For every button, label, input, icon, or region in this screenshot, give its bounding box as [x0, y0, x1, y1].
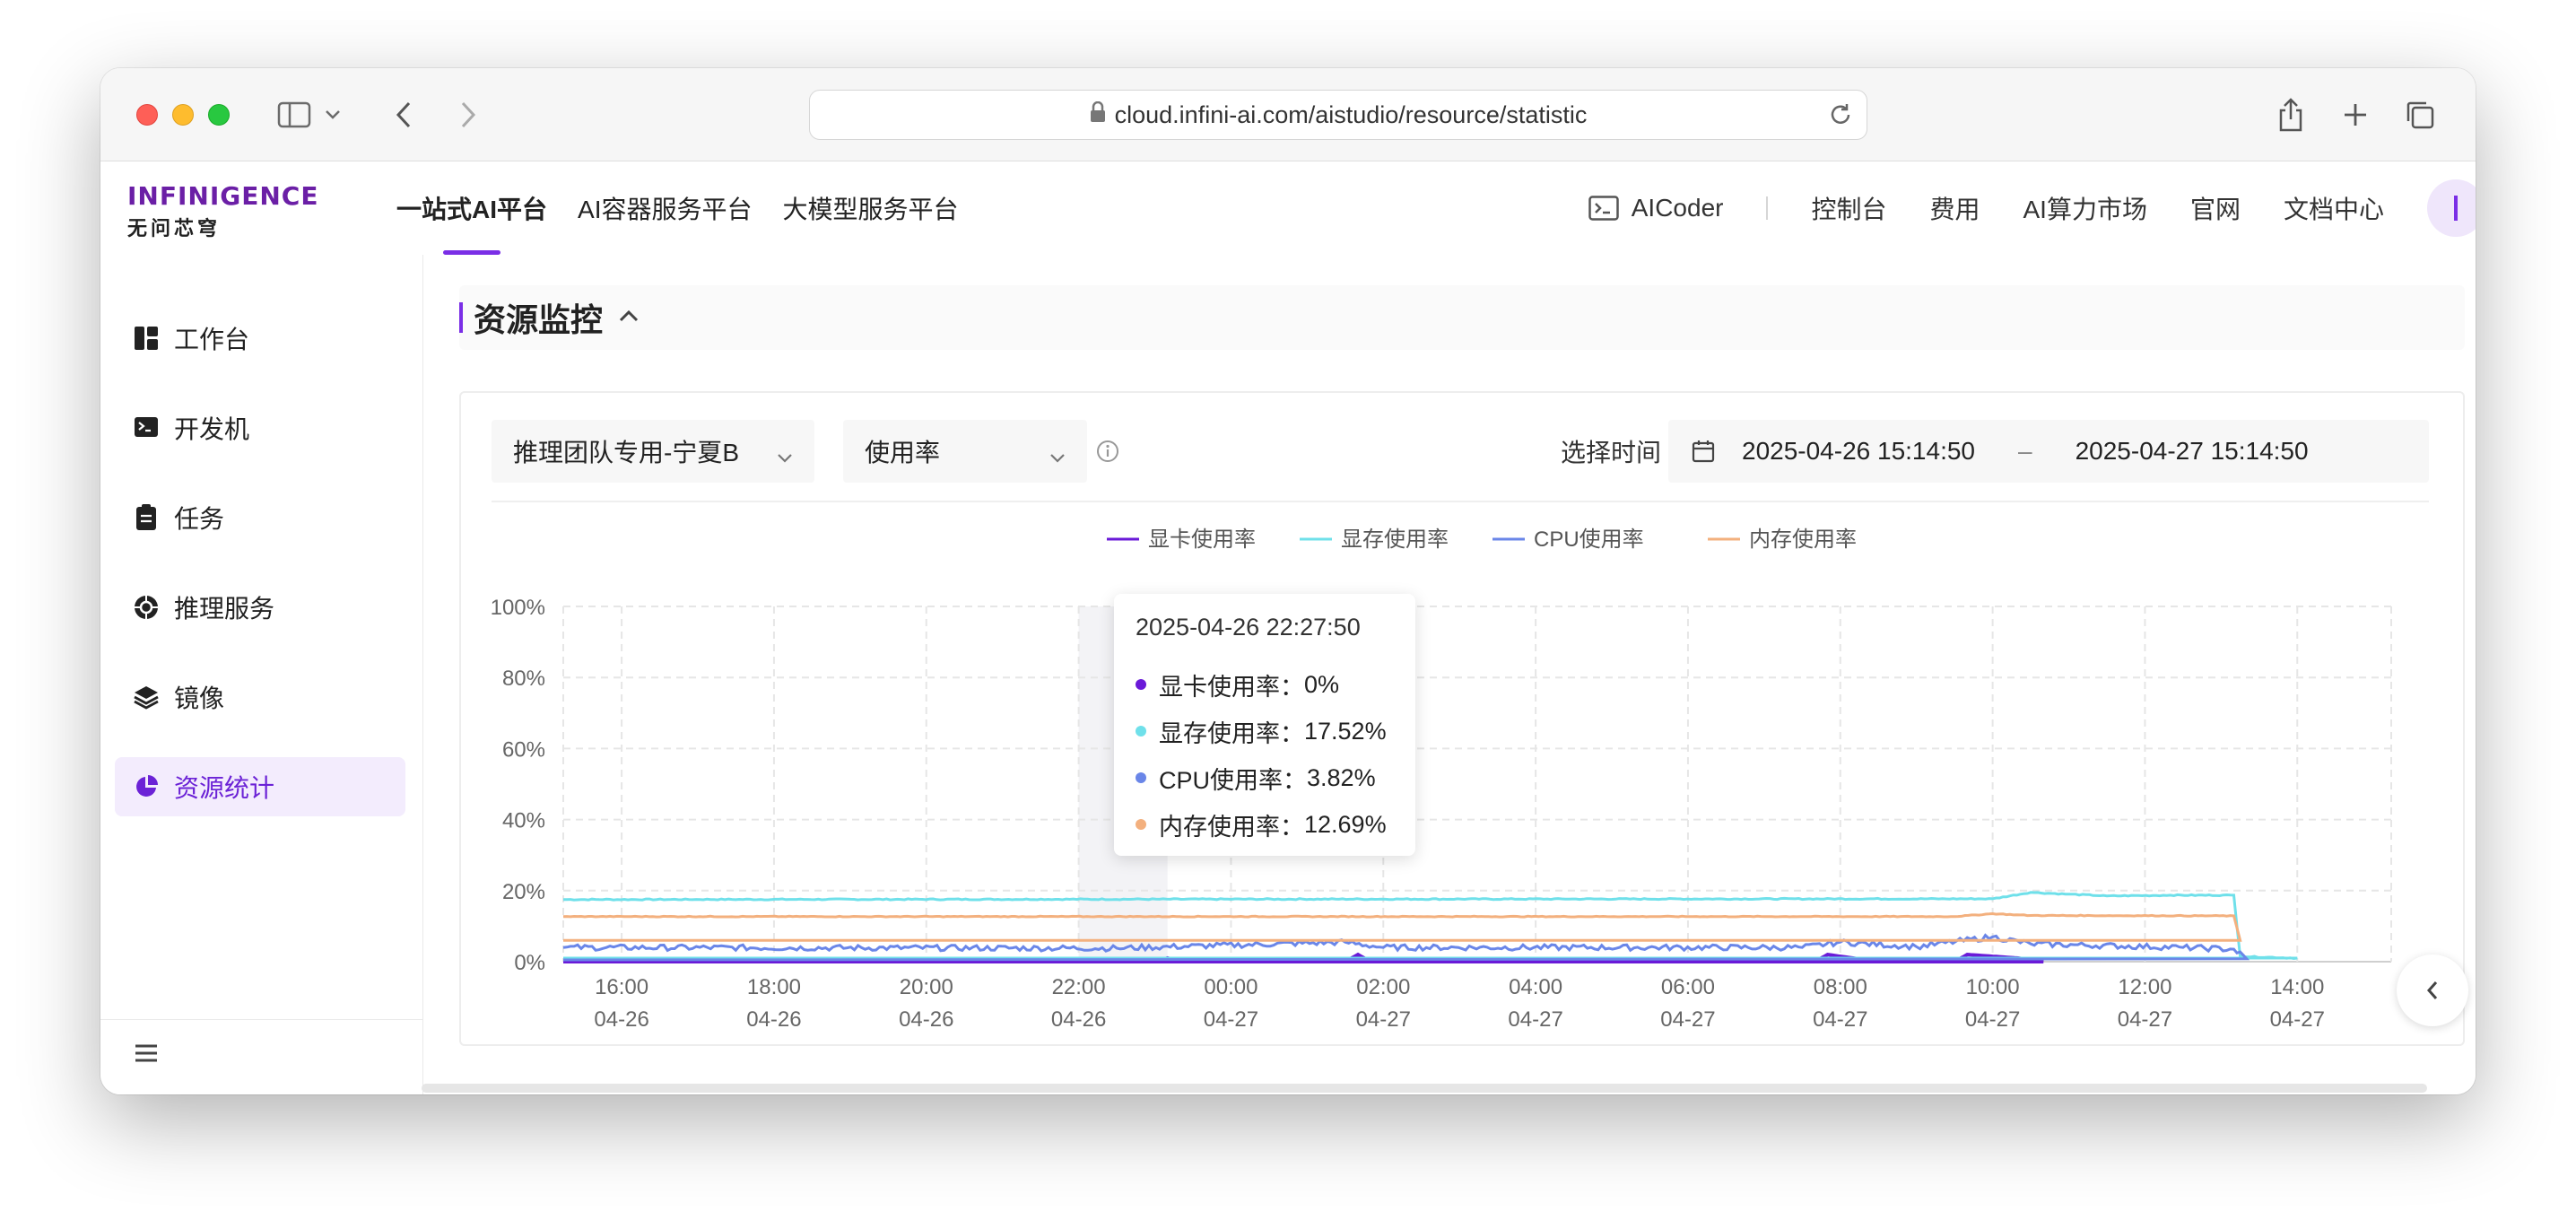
x-tick-date: 04-27: [2270, 1007, 2325, 1032]
series-dot: [1136, 772, 1146, 783]
x-tick-date: 04-26: [899, 1007, 953, 1032]
tooltip-value: 17.52%: [1304, 717, 1387, 745]
y-tick-label: 60%: [502, 737, 545, 762]
tooltip-row-vram: 显存使用率： 17.52%: [1136, 708, 1415, 754]
tooltip-label: CPU使用率：: [1159, 766, 1308, 794]
chart-tooltip: 2025-04-26 22:27:50 显卡使用率： 0% 显存使用率： 17.…: [1114, 594, 1415, 856]
x-tick-date: 04-26: [746, 1007, 801, 1032]
x-tick-date: 04-27: [1965, 1007, 2020, 1032]
x-tick-label: 14:00: [2270, 975, 2324, 999]
tooltip-value: 3.82%: [1307, 763, 1376, 791]
y-tick-label: 40%: [502, 809, 545, 833]
x-tick-date: 04-27: [1204, 1007, 1258, 1032]
x-tick-date: 04-27: [1660, 1007, 1715, 1032]
tooltip-row-gpu: 显卡使用率： 0%: [1136, 661, 1415, 708]
tooltip-row-mem: 内存使用率： 12.69%: [1136, 801, 1415, 848]
tooltip-time: 2025-04-26 22:27:50: [1136, 614, 1361, 641]
x-tick-label: 10:00: [1966, 975, 2020, 999]
chevron-left-icon: [2426, 981, 2438, 999]
x-tick-label: 04:00: [1509, 975, 1562, 999]
series-dot: [1136, 726, 1146, 737]
legend-label: CPU使用率: [1534, 527, 1644, 552]
x-tick-date: 04-27: [1508, 1007, 1562, 1032]
x-tick-label: 12:00: [2118, 975, 2171, 999]
x-tick-label: 08:00: [1814, 975, 1867, 999]
x-tick-date: 04-26: [1051, 1007, 1106, 1032]
x-tick-date: 04-27: [1813, 1007, 1867, 1032]
y-tick-label: 80%: [502, 667, 545, 691]
x-tick-label: 02:00: [1356, 975, 1410, 999]
x-tick-label: 18:00: [747, 975, 801, 999]
x-tick-label: 20:00: [900, 975, 953, 999]
x-tick-date: 04-27: [2118, 1007, 2172, 1032]
x-tick-label: 22:00: [1052, 975, 1106, 999]
y-tick-label: 20%: [502, 880, 545, 904]
x-tick-label: 00:00: [1204, 975, 1258, 999]
tooltip-value: 0%: [1304, 670, 1340, 698]
x-tick-date: 04-26: [594, 1007, 648, 1032]
y-tick-label: 0%: [514, 951, 545, 975]
collapse-panel-button[interactable]: [2397, 954, 2468, 1026]
legend-label: 显存使用率: [1341, 527, 1449, 552]
series-dot: [1136, 679, 1146, 690]
x-tick-label: 06:00: [1661, 975, 1715, 999]
x-tick-date: 04-27: [1356, 1007, 1411, 1032]
tooltip-label: 内存使用率：: [1159, 813, 1304, 841]
legend-label: 显卡使用率: [1148, 527, 1256, 552]
tooltip-row-cpu: CPU使用率： 3.82%: [1136, 754, 1415, 801]
tooltip-label: 显存使用率：: [1159, 719, 1304, 747]
legend-label: 内存使用率: [1749, 527, 1857, 552]
series-dot: [1136, 819, 1146, 830]
y-tick-label: 100%: [491, 596, 545, 620]
series-line: [562, 911, 2242, 942]
x-tick-label: 16:00: [595, 975, 648, 999]
tooltip-value: 12.69%: [1304, 810, 1387, 838]
tooltip-label: 显卡使用率：: [1159, 673, 1304, 701]
